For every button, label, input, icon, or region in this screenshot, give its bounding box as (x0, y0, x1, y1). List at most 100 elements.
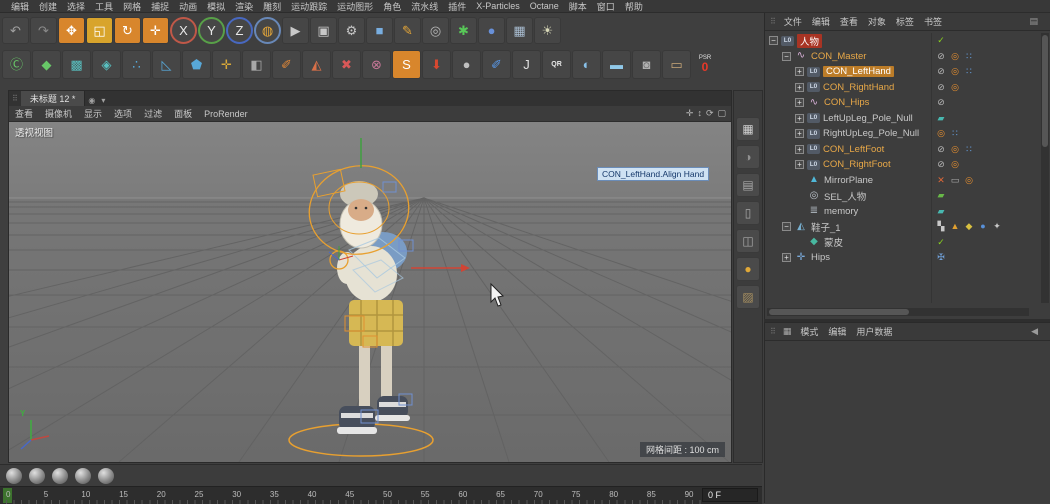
object-row-CON_Master[interactable]: − ∿ CON_Master ⊘ ◎ ∷ (765, 49, 1039, 65)
menubar-item-16[interactable]: X-Particles (471, 1, 525, 11)
menubar-item-8[interactable]: 模拟 (202, 0, 230, 13)
target-orange-tag-icon[interactable]: ◎ (949, 82, 961, 92)
render-settings-icon[interactable]: ⚙ (338, 16, 365, 44)
slash-gray-tag-icon[interactable]: ⊘ (935, 98, 947, 107)
render-view-icon[interactable]: ▶ (282, 16, 309, 44)
object-label[interactable]: CON_RightHand (823, 82, 894, 93)
expand-toggle-icon[interactable]: + (795, 82, 804, 92)
array-mograph-icon[interactable]: ▦ (506, 16, 533, 44)
cross-blue-tag-icon[interactable]: ✠ (935, 253, 947, 262)
generator-icon[interactable]: ✱ (450, 16, 477, 44)
object-row-SEL_人物[interactable]: ◎ SEL_人物 ▰ (765, 188, 1039, 204)
tab-menu-arrow-icon[interactable]: ▾ (98, 96, 108, 105)
menubar-item-2[interactable]: 创建 (34, 0, 62, 13)
scale-tool-icon[interactable]: ◱ (86, 16, 113, 44)
y-axis-lock-icon[interactable]: Y (198, 16, 225, 44)
document-tab[interactable]: 未标题 12 * (20, 91, 86, 106)
object-row-LeftUpLeg_Pole_Null[interactable]: + L0 LeftUpLeg_Pole_Null ▰ (765, 111, 1039, 127)
object-label[interactable]: CON_RightFoot (823, 159, 891, 170)
viewport-menu-item-5[interactable]: 过滤 (138, 107, 168, 120)
menubar-item-20[interactable]: 帮助 (620, 0, 648, 13)
menubar-item-7[interactable]: 动画 (174, 0, 202, 13)
filter-icon[interactable]: ▤ (1029, 16, 1050, 27)
material-preview-icon[interactable] (29, 467, 45, 484)
menubar-item-17[interactable]: Octane (525, 1, 564, 11)
x-orange-tag-icon[interactable]: ✕ (935, 175, 947, 185)
green-chip-tag-icon[interactable]: ▰ (935, 191, 947, 200)
check-green-tag-icon[interactable]: ✓ (935, 237, 947, 247)
object-row-Hips[interactable]: + ✛ Hips ✠ (765, 250, 1039, 266)
triangle-orange-tag-icon[interactable]: ▲ (949, 222, 961, 231)
drop-to-floor-icon[interactable]: ⬇ (422, 49, 451, 79)
object-row-MirrorPlane[interactable]: ▲ MirrorPlane ✕ ▭ ◎ (765, 173, 1039, 189)
workplane-mode-icon[interactable]: ◈ (92, 49, 121, 79)
object-label[interactable]: MirrorPlane (824, 175, 873, 186)
timeline-tick-55[interactable]: 55 (421, 490, 430, 499)
knife-tool-icon[interactable]: ◭ (302, 49, 331, 79)
sphere-blue-tag-icon[interactable]: ● (977, 222, 989, 231)
om-menu-item-5[interactable]: 标签 (891, 15, 919, 28)
timeline-tick-5[interactable]: 5 (44, 490, 48, 499)
vertical-scrollbar[interactable] (1041, 33, 1049, 303)
object-label[interactable]: memory (824, 206, 858, 217)
object-row-人物[interactable]: − L0 人物 ✓ (765, 33, 1039, 49)
collapse-toggle-icon[interactable]: − (769, 36, 778, 46)
om-menu-item-6[interactable]: 书签 (919, 15, 947, 28)
slash-gray-tag-icon[interactable]: ⊘ (935, 144, 947, 154)
menubar-item-10[interactable]: 雕刻 (258, 0, 286, 13)
menubar-item-4[interactable]: 工具 (90, 0, 118, 13)
render-picture-viewer-icon[interactable]: ▣ (310, 16, 337, 44)
timeline-tick-30[interactable]: 30 (232, 490, 241, 499)
figure-white-tag-icon[interactable]: ✦ (991, 222, 1003, 231)
expand-toggle-icon[interactable]: + (795, 144, 804, 154)
page-icon[interactable]: ▯ (736, 201, 760, 225)
j-plugin-icon[interactable]: J (512, 49, 541, 79)
horizontal-scrollbar[interactable] (767, 308, 1029, 316)
expand-toggle-icon[interactable]: + (795, 67, 804, 77)
target-orange-tag-icon[interactable]: ◎ (963, 175, 975, 185)
target-orange-tag-icon[interactable]: ◎ (949, 67, 961, 76)
qr-plugin-icon[interactable]: QR (542, 49, 571, 79)
timeline-tick-50[interactable]: 50 (383, 490, 392, 499)
object-label[interactable]: CON_Hips (824, 97, 869, 108)
character-model[interactable] (288, 138, 470, 457)
object-label[interactable]: CON_LeftFoot (823, 144, 884, 155)
spline-pen-icon[interactable]: ✎ (394, 16, 421, 44)
menubar-item-14[interactable]: 流水线 (406, 0, 443, 13)
timeline-tick-75[interactable]: 75 (572, 490, 581, 499)
drag-handle-icon[interactable]: ⠿ (767, 17, 779, 26)
object-row-CON_RightFoot[interactable]: + L0 CON_RightFoot ⊘ ◎ (765, 157, 1039, 173)
menubar-item-13[interactable]: 角色 (378, 0, 406, 13)
object-label[interactable]: LeftUpLeg_Pole_Null (823, 113, 913, 124)
drag-handle-icon[interactable]: ⠿ (9, 94, 21, 103)
timeline-tick-90[interactable]: 90 (685, 490, 694, 499)
expand-toggle-icon[interactable]: + (795, 129, 804, 139)
object-row-CON_LeftHand[interactable]: + L0 CON_LeftHand ⊘ ◎ ∷ (765, 64, 1039, 80)
am-tab-2[interactable]: 编辑 (823, 325, 851, 338)
current-frame-field[interactable]: 0 F (702, 488, 758, 502)
viewport-menu-item-2[interactable]: 摄像机 (39, 107, 78, 120)
tab-target-icon[interactable]: ◉ (85, 96, 98, 105)
edge-mode-icon[interactable]: ◺ (152, 49, 181, 79)
menubar-item-11[interactable]: 运动跟踪 (286, 0, 332, 13)
z-axis-lock-icon[interactable]: Z (226, 16, 253, 44)
make-editable-icon[interactable]: Ⓒ (2, 49, 31, 79)
object-label[interactable]: RightUpLeg_Pole_Null (823, 128, 919, 139)
dots-blue-tag-icon[interactable]: ∷ (963, 144, 975, 154)
redo-icon[interactable]: ↷ (30, 16, 57, 44)
undo-icon[interactable]: ↶ (2, 16, 29, 44)
timeline-tick-45[interactable]: 45 (345, 490, 354, 499)
drag-handle-icon[interactable]: ⠿ (767, 327, 779, 336)
sky-object-icon[interactable]: ◐ (572, 49, 601, 79)
sculpt-tool-icon[interactable]: S (392, 49, 421, 79)
timeline-tick-20[interactable]: 20 (157, 490, 166, 499)
rotate-view-icon[interactable]: ⟳ (706, 108, 714, 119)
menubar-item-15[interactable]: 插件 (443, 0, 471, 13)
volume-builder-icon[interactable]: ● (478, 16, 505, 44)
menubar-item-12[interactable]: 运动图形 (332, 0, 378, 13)
dots-blue-tag-icon[interactable]: ∷ (963, 67, 975, 76)
last-tool-icon[interactable]: ✛ (142, 16, 169, 44)
target-orange-tag-icon[interactable]: ◎ (949, 160, 961, 169)
axis-mode-icon[interactable]: ✛ (212, 49, 241, 79)
collapse-toggle-icon[interactable]: − (782, 51, 791, 61)
